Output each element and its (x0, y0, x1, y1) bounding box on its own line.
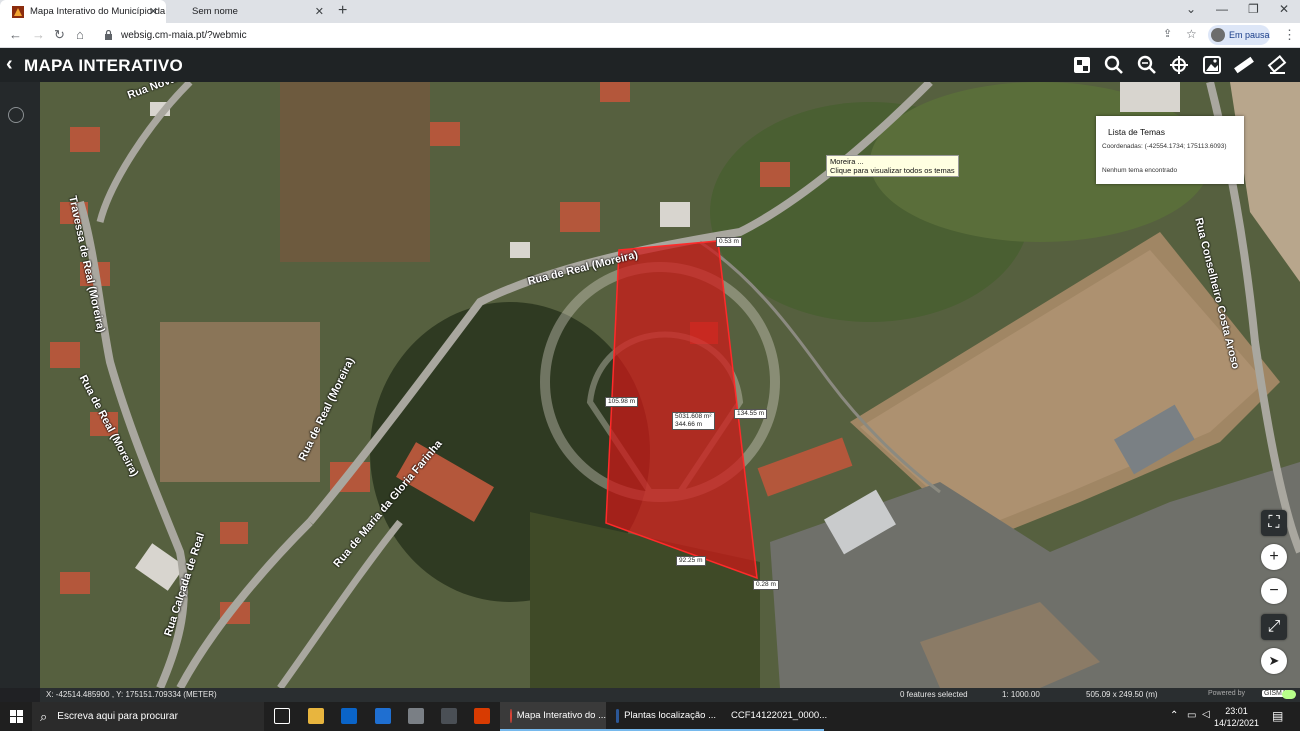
forward-icon[interactable]: → (32, 27, 45, 42)
profile-button[interactable]: Em pausa (1208, 25, 1270, 45)
map-tooltip[interactable]: Moreira ... Clique para visualizar todos… (826, 155, 959, 177)
status-toggle[interactable] (1282, 690, 1296, 699)
measure-corner: 0.28 m (753, 580, 779, 590)
measure-bottom-edge: 92.25 m (676, 556, 706, 566)
zoom-out-button[interactable]: − (1261, 578, 1287, 604)
clock-date: 14/12/2021 (1214, 718, 1260, 728)
minimize-icon[interactable]: — (1216, 2, 1228, 16)
select-area-button[interactable]: ⛶ (1261, 510, 1287, 536)
taskbar-search[interactable]: ⌕ Escreva aqui para procurar (32, 702, 264, 731)
search-icon[interactable] (1103, 54, 1125, 76)
camera-icon[interactable] (408, 708, 424, 724)
basemap-icon[interactable] (1071, 54, 1093, 76)
share-icon[interactable]: ⇪ (1163, 27, 1172, 40)
measure-top-edge: 0.53 m (716, 237, 742, 247)
zoom-icon[interactable] (1136, 54, 1158, 76)
volume-icon[interactable]: ◁ (1202, 709, 1210, 720)
avatar (1211, 28, 1225, 42)
compass-icon[interactable] (8, 107, 24, 123)
themes-panel-title: Lista de Temas (1108, 127, 1166, 137)
taskbar-app-label: CCF14122021_0000... (731, 710, 828, 721)
full-extent-button[interactable]: ⤢ (1261, 614, 1287, 640)
cursor-icon: ➤ (1268, 653, 1280, 668)
expand-icon: ⤢ (1267, 618, 1281, 635)
browser-tab-bar: Mapa Interativo do Município da ✕ Sem no… (0, 0, 1300, 23)
themes-panel: Lista de Temas Coordenadas: (-42554.1734… (1096, 116, 1244, 184)
search-placeholder: Escreva aqui para procurar (57, 711, 178, 722)
tooltip-title: Moreira ... (830, 157, 864, 166)
profile-label: Em pausa (1229, 30, 1270, 40)
measure-area: 5031.608 m² 344.66 m (672, 412, 715, 430)
taskbar-app-word[interactable]: Plantas localização ... (606, 702, 716, 731)
reload-icon[interactable]: ↻ (54, 27, 65, 43)
select-area-icon: ⛶ (1268, 514, 1280, 531)
pointer-button[interactable]: ➤ (1261, 648, 1287, 674)
map-view[interactable]: Rua Nova de Travessa de Real (Moreira) R… (40, 82, 1300, 688)
features-selected: 0 features selected (900, 690, 968, 699)
search-icon: ⌕ (40, 708, 48, 724)
close-tab-icon[interactable]: ✕ (315, 5, 324, 18)
measure-icon[interactable] (1233, 54, 1255, 76)
tab-label: Sem nome (192, 6, 238, 17)
tab-sem-nome[interactable]: Sem nome ✕ (166, 0, 332, 23)
system-clock[interactable]: 23:01 14/12/2021 (1214, 705, 1259, 729)
zoom-in-button[interactable]: + (1261, 544, 1287, 570)
chrome-icon (510, 708, 512, 723)
bookmark-star-icon[interactable]: ☆ (1186, 27, 1197, 41)
cursor-coordinates: X: -42514.485900 , Y: 175151.709334 (MET… (46, 690, 217, 699)
os-taskbar: ⌕ Escreva aqui para procurar Mapa Intera… (0, 702, 1300, 731)
powered-by-label: Powered by (1208, 690, 1245, 697)
clock-time: 23:01 (1225, 706, 1248, 716)
close-window-icon[interactable]: ✕ (1279, 2, 1289, 16)
task-view-icon[interactable] (274, 708, 290, 724)
mail-icon[interactable] (375, 708, 391, 724)
maximize-icon[interactable]: ❐ (1248, 2, 1259, 16)
page-title: MAPA INTERATIVO (24, 56, 184, 75)
app-header: ‹ MAPA INTERATIVO (0, 48, 1300, 82)
new-tab-icon[interactable]: + (338, 2, 347, 20)
map-status-bar: X: -42514.485900 , Y: 175151.709334 (MET… (40, 688, 1300, 702)
minus-icon: − (1269, 582, 1279, 599)
back-icon[interactable]: ← (9, 27, 22, 42)
tab-label: Mapa Interativo do Município da (30, 6, 166, 17)
calculator-icon[interactable] (441, 708, 457, 724)
taskbar-app-chrome[interactable]: Mapa Interativo do ... (500, 702, 606, 731)
file-explorer-icon[interactable] (308, 708, 324, 724)
notifications-icon[interactable]: ▤ (1272, 709, 1283, 723)
taskbar-app-label: Plantas localização ... (624, 710, 716, 721)
store-icon[interactable] (341, 708, 357, 724)
eraser-icon[interactable] (1266, 54, 1288, 76)
menu-icon[interactable]: ⋮ (1283, 27, 1296, 43)
map-extent: 505.09 x 249.50 (m) (1086, 690, 1158, 699)
themes-empty-message: Nenhum tema encontrado (1102, 167, 1178, 174)
plus-icon: + (1269, 548, 1279, 565)
image-icon[interactable] (1201, 54, 1223, 76)
perimeter-value: 344.66 m (675, 421, 703, 428)
office-icon[interactable] (474, 708, 490, 724)
network-icon[interactable]: ▭ (1187, 710, 1196, 721)
left-sidebar (0, 82, 40, 688)
home-icon[interactable]: ⌂ (76, 27, 84, 42)
measure-right-edge: 134.55 m (734, 409, 768, 419)
url-field[interactable]: websig.cm-maia.pt/?webmic (100, 25, 1200, 45)
taskbar-app-label: Mapa Interativo do ... (516, 710, 606, 721)
tab-mapa-interativo[interactable]: Mapa Interativo do Município da ✕ (0, 0, 166, 23)
close-tab-icon[interactable]: ✕ (149, 5, 158, 18)
url-text: websig.cm-maia.pt/?webmic (121, 29, 247, 41)
site-favicon-icon (12, 5, 24, 18)
lock-icon (105, 30, 112, 40)
map-scale: 1: 1000.00 (1002, 690, 1040, 699)
tab-search-icon[interactable]: ⌄ (1186, 2, 1196, 16)
windows-start-icon[interactable] (10, 710, 23, 723)
address-bar-row: ← → ↻ ⌂ websig.cm-maia.pt/?webmic ⇪ ☆ Em… (0, 23, 1300, 48)
tooltip-hint: Clique para visualizar todos os temas (830, 166, 955, 175)
themes-coords: Coordenadas: (-42554.1734; 175113.6093) (1102, 143, 1227, 150)
word-icon (616, 708, 620, 723)
chevron-up-icon[interactable]: ⌃ (1170, 710, 1178, 721)
measure-left-edge: 105.98 m (605, 397, 639, 407)
area-value: 5031.608 m² (675, 413, 712, 420)
back-arrow-icon[interactable]: ‹ (6, 53, 13, 76)
locate-icon[interactable] (1168, 54, 1190, 76)
taskbar-app-image[interactable]: CCF14122021_0000... (716, 702, 828, 731)
